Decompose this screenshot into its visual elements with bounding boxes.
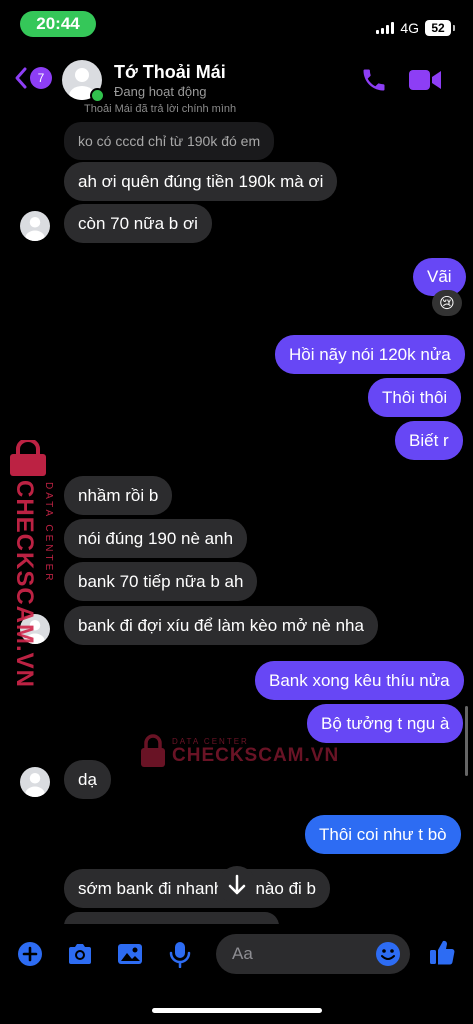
outgoing-message[interactable]: Thôi coi như t bò bbox=[305, 815, 461, 854]
watermark-center: DATA CENTER CHECKSCAM.VN bbox=[140, 734, 339, 768]
thumbs-up-icon[interactable] bbox=[428, 938, 456, 966]
home-indicator bbox=[152, 1008, 322, 1013]
plus-icon[interactable] bbox=[16, 940, 44, 968]
battery-tip bbox=[453, 25, 455, 31]
sender-avatar[interactable] bbox=[20, 211, 50, 241]
incoming-message[interactable]: nhầm rồi b bbox=[64, 476, 173, 515]
back-chevron-icon bbox=[15, 67, 27, 89]
incoming-message[interactable]: sớm bank đi nhanh lên nào đi b bbox=[64, 869, 330, 908]
arrow-down-icon bbox=[228, 874, 246, 895]
scroll-to-bottom-button[interactable] bbox=[218, 866, 256, 904]
incoming-message[interactable]: nói đúng 190 nè anh bbox=[64, 519, 248, 558]
outgoing-message[interactable]: Biết r bbox=[395, 421, 463, 460]
outgoing-message[interactable]: Hồi nãy nói 120k nửa bbox=[275, 335, 465, 374]
lock-icon bbox=[10, 440, 46, 476]
watermark-vertical: CHECKSCAM.VN DATA CENTER bbox=[6, 440, 56, 688]
watermark-brand: CHECKSCAM.VN bbox=[11, 480, 38, 689]
watermark-tag: DATA CENTER bbox=[43, 482, 54, 584]
microphone-icon[interactable] bbox=[166, 940, 194, 968]
watermark-brand: CHECKSCAM.VN bbox=[172, 744, 340, 766]
unread-count-badge: 7 bbox=[30, 67, 52, 89]
status-time: 20:44 bbox=[20, 11, 96, 37]
incoming-message[interactable]: bank 70 tiếp nữa b ah bbox=[64, 562, 258, 601]
scrollbar[interactable] bbox=[465, 706, 468, 776]
outgoing-message[interactable]: Bank xong kêu thíu nửa bbox=[255, 661, 464, 700]
quoted-message[interactable]: ko có cccd chỉ từ 190k đó em bbox=[64, 122, 275, 160]
incoming-message[interactable]: bank đi đợi xíu để làm kèo mở nè nha bbox=[64, 606, 378, 645]
online-indicator bbox=[90, 88, 105, 103]
phone-icon[interactable] bbox=[360, 66, 388, 94]
status-indicators: 4G 52 bbox=[376, 18, 455, 38]
sender-avatar[interactable] bbox=[20, 767, 50, 797]
emoji-icon[interactable] bbox=[374, 940, 402, 968]
incoming-message[interactable]: ah ơi quên đúng tiền 190k mà ơi bbox=[64, 162, 338, 201]
outgoing-message[interactable]: Thôi thôi bbox=[368, 378, 462, 417]
contact-status: Đang hoạt động bbox=[114, 84, 207, 99]
incoming-message[interactable]: dạ bbox=[64, 760, 111, 799]
battery-icon: 52 bbox=[425, 20, 451, 36]
message-reaction[interactable]: 😢 bbox=[432, 290, 462, 316]
camera-icon[interactable] bbox=[66, 940, 94, 968]
lock-icon bbox=[141, 734, 165, 767]
network-label: 4G bbox=[400, 20, 419, 36]
reply-note: Thoải Mái đã trả lời chính mình bbox=[84, 103, 237, 115]
incoming-message[interactable]: còn 70 nữa b ơi bbox=[64, 204, 212, 243]
video-camera-icon[interactable] bbox=[408, 67, 442, 93]
back-button[interactable]: 7 bbox=[14, 66, 52, 90]
contact-name[interactable]: Tớ Thoải Mái bbox=[114, 62, 226, 83]
gallery-icon[interactable] bbox=[116, 940, 144, 968]
signal-icon bbox=[376, 22, 395, 34]
